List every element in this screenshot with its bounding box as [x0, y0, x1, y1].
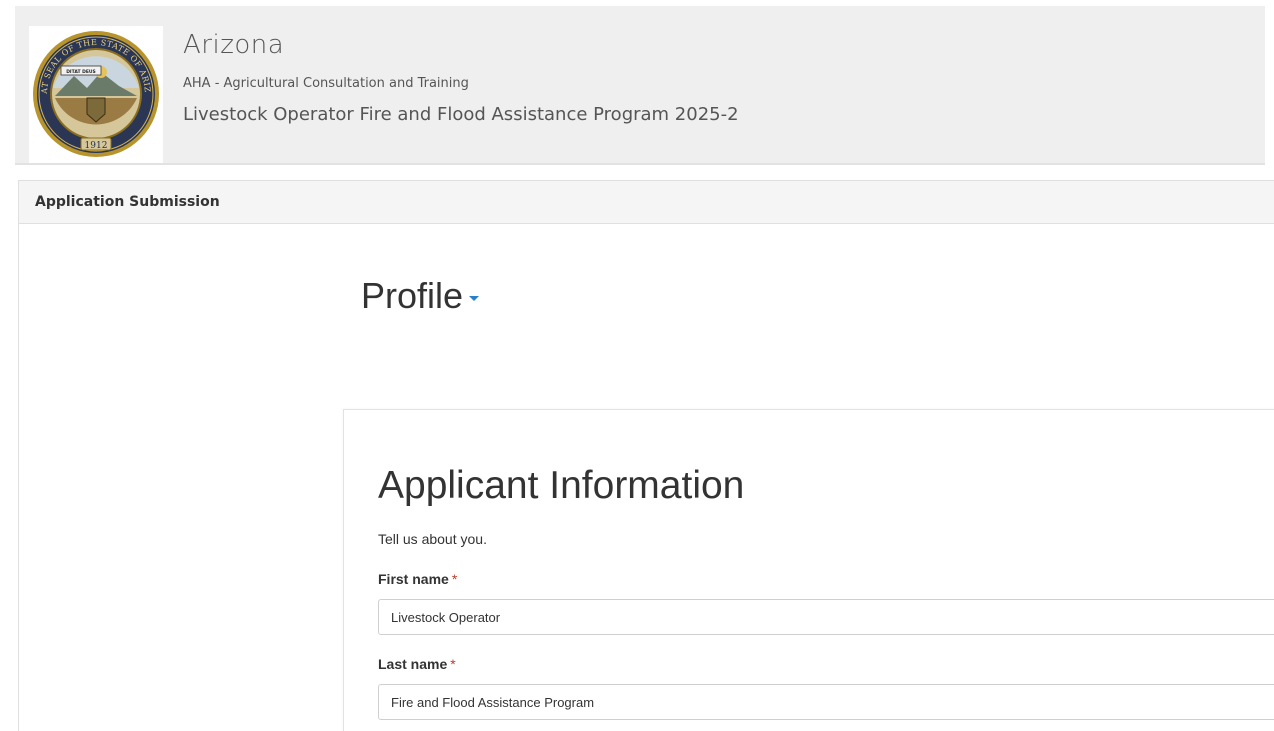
svg-text:DITAT DEUS: DITAT DEUS [66, 69, 96, 75]
svg-text:1912: 1912 [85, 141, 108, 151]
page: 1912 DITAT DEUS GREAT SEAL OF THE STATE … [0, 0, 1274, 731]
agency-header: 1912 DITAT DEUS GREAT SEAL OF THE STATE … [15, 6, 1265, 165]
state-name: Arizona [183, 30, 285, 60]
required-marker: * [451, 571, 458, 587]
last-name-label: Last name * [378, 656, 456, 672]
section-title: Applicant Information [378, 464, 745, 507]
state-seal-logo: 1912 DITAT DEUS GREAT SEAL OF THE STATE … [29, 26, 163, 163]
section-description: Tell us about you. [378, 531, 487, 547]
agency-name: AHA - Agricultural Consultation and Trai… [183, 76, 469, 91]
first-name-input[interactable] [378, 599, 1274, 635]
panel-heading: Application Submission [19, 181, 1274, 224]
program-name: Livestock Operator Fire and Flood Assist… [183, 104, 739, 125]
caret-down-icon [469, 295, 480, 301]
seal-icon: 1912 DITAT DEUS GREAT SEAL OF THE STATE … [29, 26, 159, 157]
profile-dropdown[interactable]: Profile [361, 275, 480, 317]
last-name-input[interactable] [378, 684, 1274, 720]
profile-title: Profile [361, 275, 464, 316]
first-name-label-text: First name [378, 571, 449, 587]
last-name-label-text: Last name [378, 656, 448, 672]
required-marker: * [450, 656, 456, 672]
applicant-information-card: Applicant Information Tell us about you.… [343, 409, 1274, 731]
first-name-label: First name * [378, 571, 457, 587]
application-panel: Application Submission Profile Applicant… [18, 180, 1274, 731]
